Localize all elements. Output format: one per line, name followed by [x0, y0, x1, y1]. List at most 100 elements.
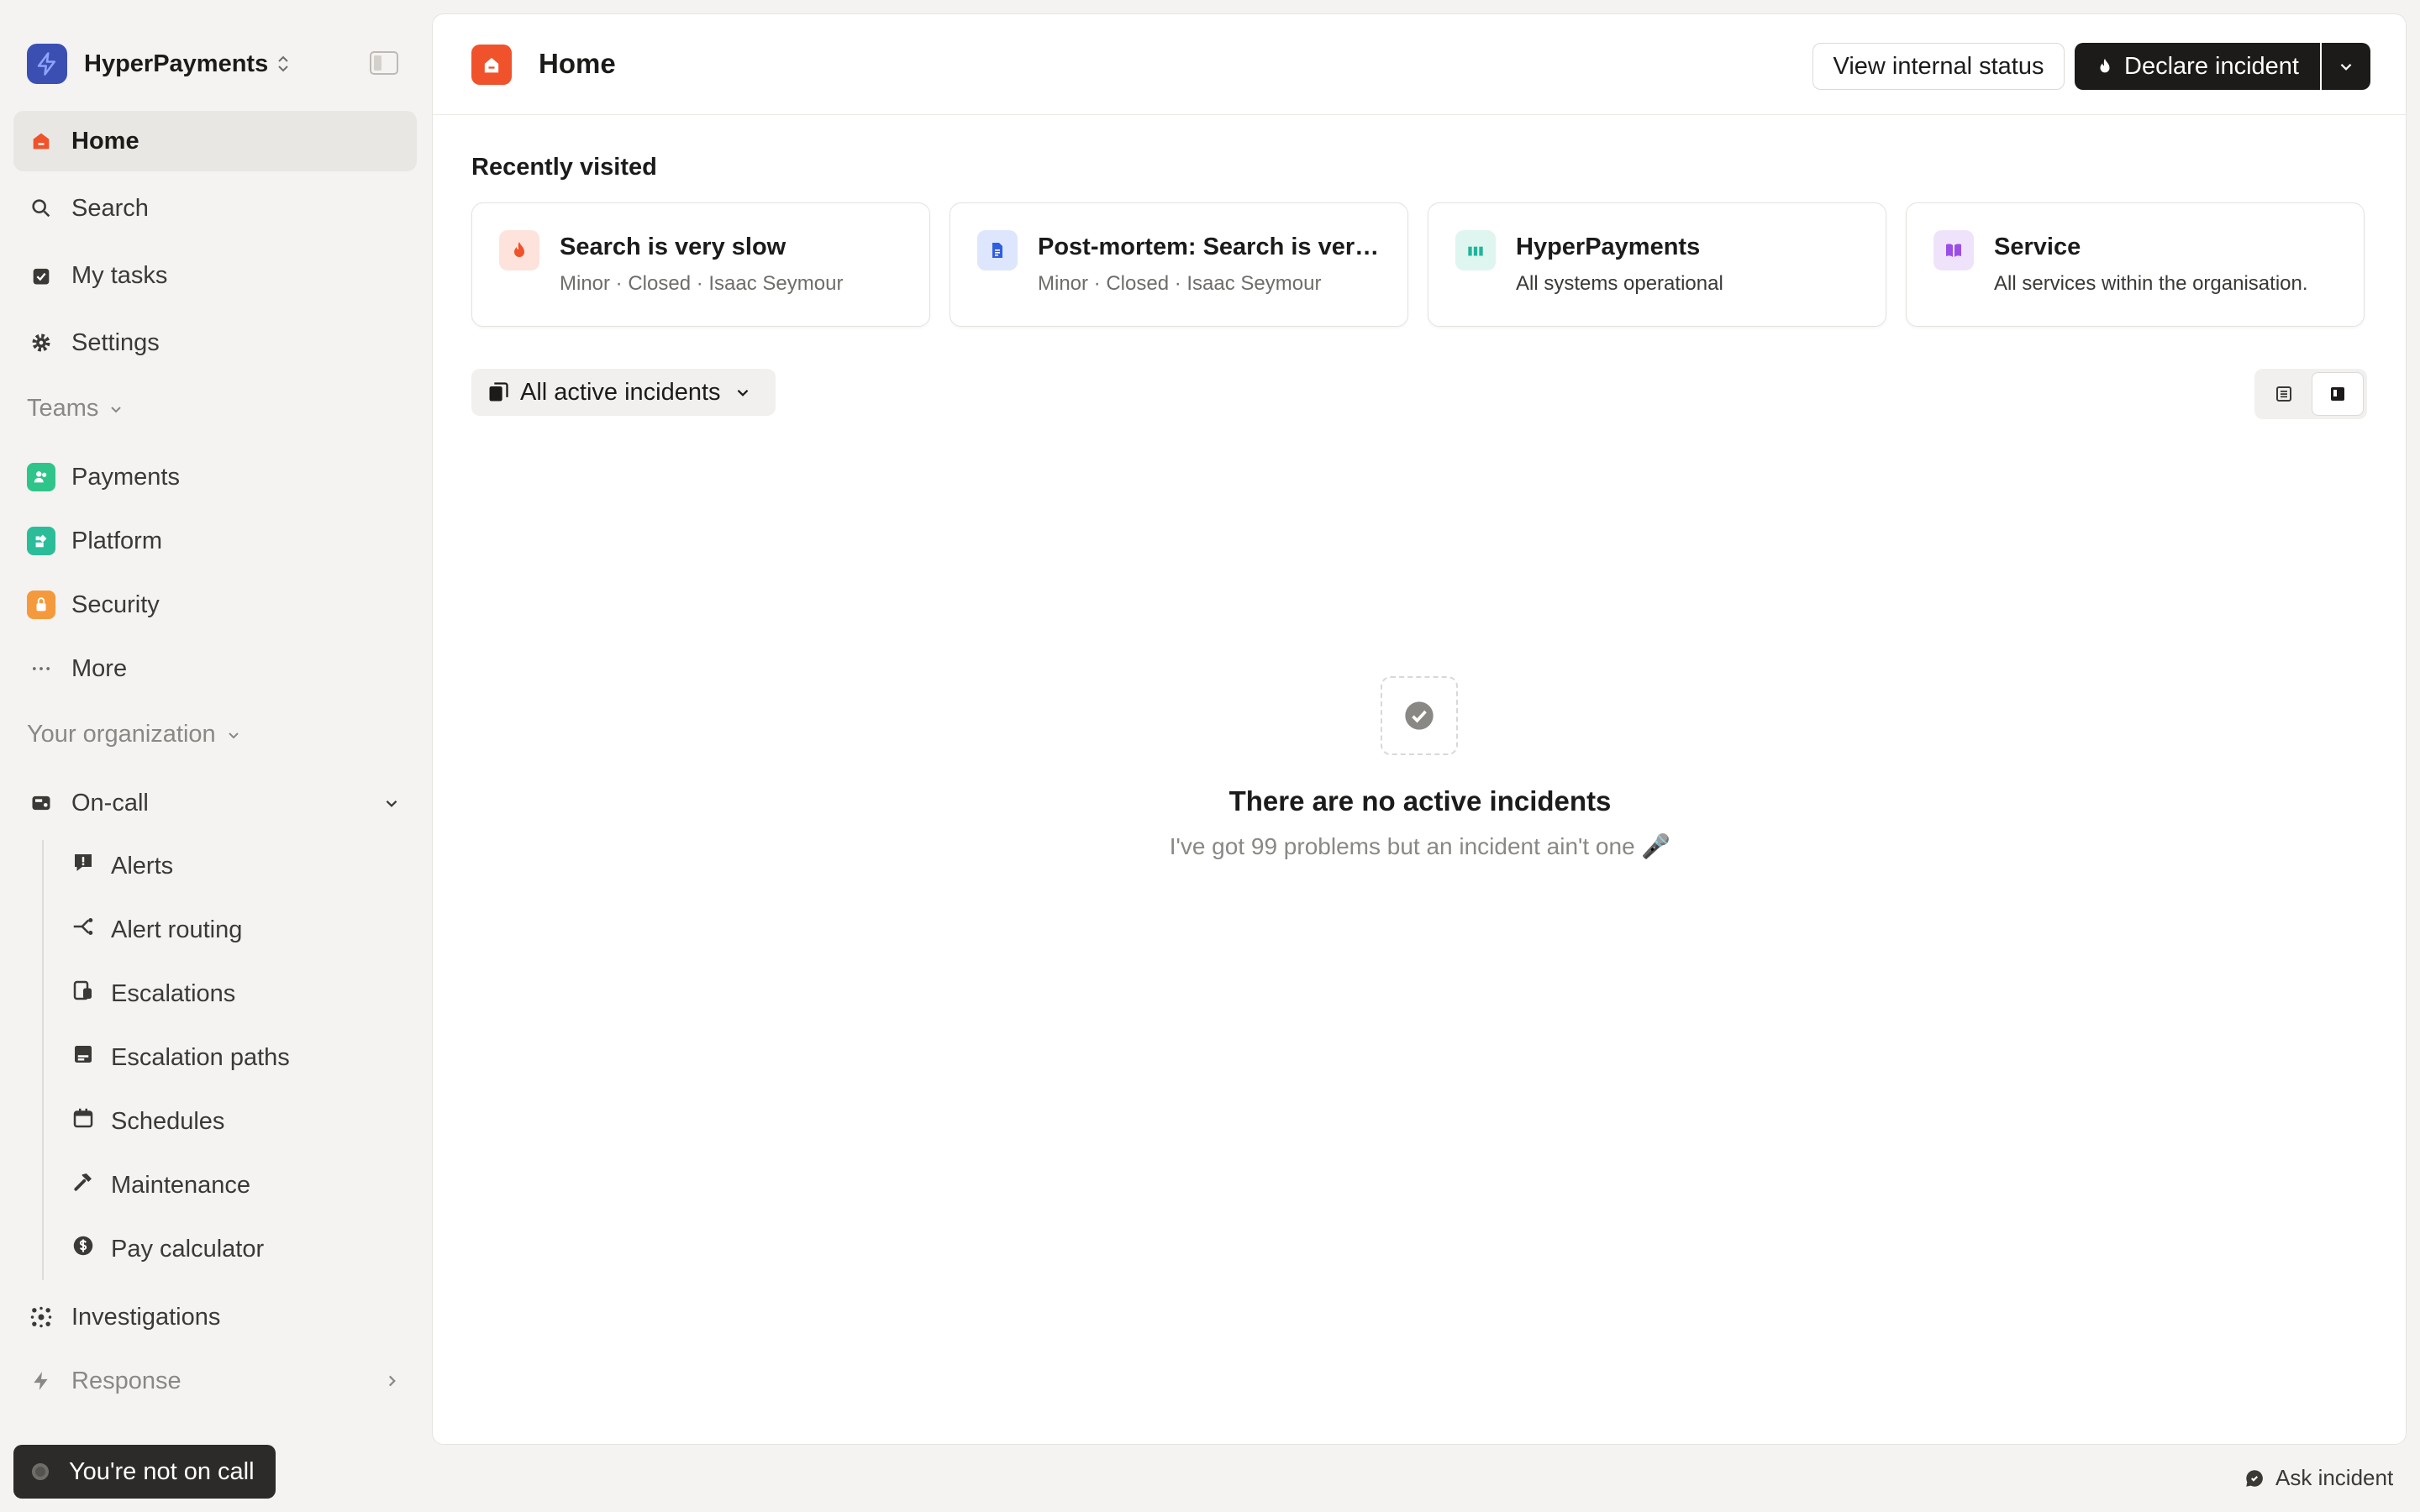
book-icon [1933, 230, 1974, 270]
oncall-status-button[interactable]: You're not on call [13, 1445, 276, 1499]
nav-search[interactable]: Search [13, 178, 417, 239]
page-header: Home View internal status Declare incide… [433, 14, 2406, 115]
empty-state-title: There are no active incidents [1228, 785, 1612, 816]
dollar-icon [71, 1233, 96, 1265]
home-icon [471, 45, 512, 85]
list-view-button[interactable] [2258, 372, 2310, 416]
nav-settings-label: Settings [71, 328, 160, 356]
recently-visited-heading: Recently visited [471, 154, 657, 181]
nav-escalations-label: Escalations [111, 979, 236, 1007]
nav-maintenance-label: Maintenance [111, 1171, 251, 1199]
nav-escalation-paths[interactable]: Escalation paths [71, 1031, 290, 1084]
recent-card[interactable]: Search is very slow Minor · Closed · Isa… [471, 202, 930, 327]
tasks-icon [27, 261, 55, 290]
board-view-icon [2331, 387, 2344, 401]
nav-investigations[interactable]: Investigations [13, 1287, 417, 1347]
team-platform-icon [27, 527, 55, 555]
declare-incident-label: Declare incident [2124, 52, 2299, 80]
escalation-icon [71, 978, 96, 1010]
team-payments[interactable]: Payments [13, 447, 417, 507]
incident-filter-label: All active incidents [520, 378, 721, 406]
recent-card-subtitle: All services within the organisation. [1994, 272, 2308, 295]
lightning-icon [27, 44, 67, 84]
teams-more-label: More [71, 654, 128, 682]
org-name: HyperPayments [84, 50, 269, 77]
sidebar-toggle-icon[interactable] [370, 50, 398, 76]
view-internal-status-button[interactable]: View internal status [1812, 43, 2065, 90]
nav-pay-calculator[interactable]: Pay calculator [71, 1222, 264, 1276]
chevron-down-icon [737, 389, 748, 396]
hammer-icon [71, 1169, 96, 1201]
nav-search-label: Search [71, 194, 149, 222]
chevron-down-icon [111, 406, 122, 412]
team-platform[interactable]: Platform [13, 511, 417, 571]
chevron-updown-icon [278, 55, 288, 72]
recent-card[interactable]: Post-mortem: Search is very slow Minor ·… [950, 202, 1408, 327]
team-security[interactable]: Security [13, 575, 417, 635]
status-dot-icon [32, 1463, 49, 1480]
recent-card-title: HyperPayments [1516, 234, 1701, 260]
nav-on-call[interactable]: On-call [13, 773, 417, 833]
nav-alert-routing[interactable]: Alert routing [71, 903, 242, 957]
view-toggle [2254, 369, 2367, 419]
status-bars-icon [1455, 230, 1496, 270]
team-payments-icon [27, 463, 55, 491]
teams-section[interactable]: Teams [27, 395, 124, 423]
nav-schedules[interactable]: Schedules [71, 1095, 224, 1148]
ask-incident-button[interactable]: Ask incident [2244, 1465, 2393, 1491]
nav-alerts[interactable]: Alerts [71, 839, 173, 893]
recent-card-subtitle: All systems operational [1516, 272, 1723, 295]
pager-icon [27, 789, 55, 817]
flame-icon [499, 230, 539, 270]
nav-escalations[interactable]: Escalations [71, 967, 235, 1021]
nav-schedules-label: Schedules [111, 1107, 225, 1135]
nav-my-tasks[interactable]: My tasks [13, 245, 417, 306]
nav-alerts-label: Alerts [111, 852, 174, 879]
nav-home[interactable]: Home [13, 111, 417, 171]
team-label: Payments [71, 463, 180, 491]
lightning-icon [27, 1367, 55, 1395]
nav-escalation-paths-label: Escalation paths [111, 1043, 290, 1071]
recent-card[interactable]: HyperPayments All systems operational [1428, 202, 1886, 327]
recent-card[interactable]: Service All services within the organisa… [1906, 202, 2365, 327]
chevron-right-icon [388, 1375, 396, 1387]
teams-label: Teams [27, 395, 99, 422]
submenu-guide-line [42, 840, 44, 1280]
org-section[interactable]: Your organization [27, 721, 241, 748]
nav-maintenance[interactable]: Maintenance [71, 1158, 250, 1212]
escalation-paths-icon [71, 1042, 96, 1074]
nav-alert-routing-label: Alert routing [111, 916, 243, 943]
team-security-icon [27, 591, 55, 619]
calendar-icon [71, 1105, 96, 1137]
stack-icon [489, 382, 508, 402]
recent-card-subtitle: Minor · Closed · Isaac Seymour [560, 272, 844, 295]
ask-incident-label: Ask incident [2275, 1465, 2394, 1490]
nav-on-call-label: On-call [71, 789, 149, 816]
routing-icon [71, 914, 96, 946]
alert-icon [71, 850, 96, 882]
org-switcher[interactable]: HyperPayments [27, 42, 290, 86]
home-icon [27, 127, 55, 155]
nav-response[interactable]: Response [13, 1351, 417, 1411]
declare-incident-button[interactable]: Declare incident [2075, 43, 2320, 90]
team-label: Security [71, 591, 160, 618]
team-label: Platform [71, 527, 162, 554]
recent-card-title: Search is very slow [560, 234, 786, 260]
oncall-status-label: You're not on call [69, 1457, 255, 1485]
teams-more[interactable]: More [13, 638, 417, 699]
search-icon [27, 194, 55, 223]
investigations-icon [27, 1303, 55, 1331]
incident-filter-dropdown[interactable]: All active incidents [471, 369, 776, 416]
recent-card-title: Post-mortem: Search is very slow [1038, 234, 1391, 260]
document-icon [977, 230, 1018, 270]
board-view-button[interactable] [2312, 372, 2364, 416]
nav-home-label: Home [71, 127, 139, 155]
recent-card-title: Service [1994, 234, 2081, 260]
gear-icon [27, 328, 55, 357]
declare-options-button[interactable] [2322, 43, 2370, 90]
main-panel: Home View internal status Declare incide… [432, 13, 2407, 1445]
empty-state-subtitle: I've got 99 problems but an incident ain… [1169, 833, 1671, 859]
list-view-icon [2276, 386, 2291, 402]
nav-settings[interactable]: Settings [13, 312, 417, 373]
nav-response-label: Response [71, 1367, 182, 1394]
